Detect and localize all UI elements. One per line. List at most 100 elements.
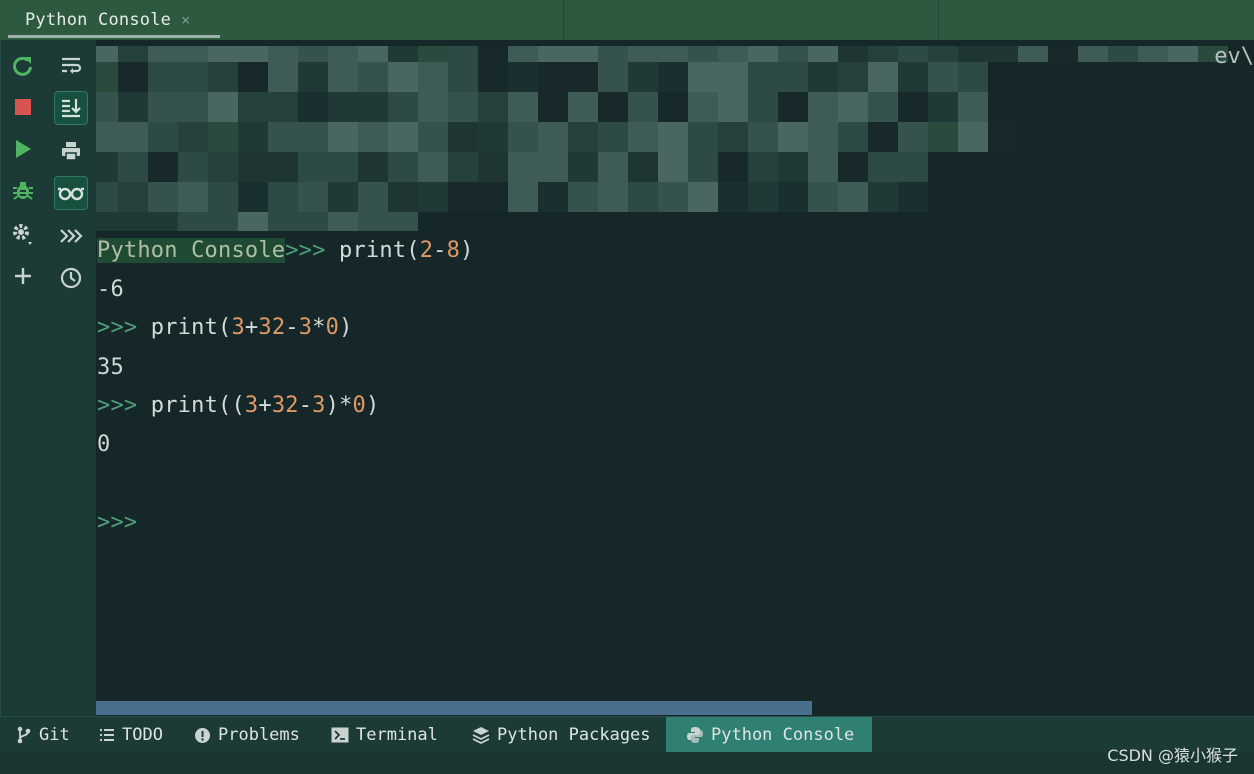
redaction-pixel (148, 46, 178, 62)
pixelated-redaction (96, 46, 1228, 231)
settings-icon[interactable] (6, 217, 40, 251)
redaction-pixel (868, 152, 898, 182)
code-token: - (298, 393, 313, 418)
code-token: ) (460, 238, 474, 263)
redaction-pixel (748, 152, 778, 182)
execute-more-icon[interactable] (54, 219, 88, 253)
redaction-pixel (418, 46, 448, 62)
redaction-pixel (178, 92, 208, 122)
redaction-pixel (928, 122, 958, 152)
redaction-pixel (628, 182, 658, 212)
terminal-icon (331, 727, 349, 743)
redaction-pixel (598, 92, 628, 122)
redaction-pixel (598, 122, 628, 152)
redaction-pixel (718, 62, 748, 92)
console-output[interactable]: ev\ Python Console>>> print(2-8) -6 >>> … (96, 40, 1254, 716)
redaction-pixel (418, 122, 448, 152)
console-input-line[interactable]: >>> (97, 510, 137, 535)
code-token: - (285, 315, 299, 340)
bottom-tab-todo[interactable]: TODO (99, 717, 163, 753)
redaction-pixel (96, 46, 118, 62)
redaction-pixel (388, 46, 418, 62)
redaction-pixel (148, 152, 178, 182)
git-branch-icon (17, 726, 31, 744)
console-input-line: >>> print(3+32-3*0) (97, 315, 353, 340)
code-number: 32 (271, 393, 299, 418)
redaction-pixel (778, 62, 808, 92)
redaction-pixel (298, 122, 328, 152)
redaction-pixel (96, 182, 118, 212)
redaction-pixel (508, 152, 538, 182)
bottom-tab-git[interactable]: Git (16, 717, 70, 753)
code-number: 8 (446, 238, 461, 263)
run-icon[interactable] (6, 132, 40, 166)
redaction-pixel (568, 46, 598, 62)
redaction-pixel (718, 46, 748, 62)
tab-separator (563, 0, 564, 40)
redaction-pixel (118, 182, 148, 212)
redaction-pixel (868, 122, 898, 152)
redaction-pixel (298, 152, 328, 182)
redaction-pixel (838, 62, 868, 92)
tab-title: Python Console (25, 10, 172, 30)
redaction-pixel (358, 212, 388, 231)
soft-wrap-icon[interactable] (54, 49, 88, 83)
redaction-pixel (358, 122, 388, 152)
bottom-tab-python-packages[interactable]: Python Packages (472, 717, 651, 753)
bottom-tab-problems[interactable]: Problems (194, 717, 300, 753)
code-number: 0 (352, 393, 366, 418)
scroll-to-end-icon[interactable] (54, 91, 88, 125)
redaction-pixel (298, 182, 328, 212)
redaction-pixel (238, 152, 268, 182)
console-input-line: Python Console>>> print(2-8) (97, 238, 474, 263)
problems-icon (195, 727, 210, 743)
redaction-pixel (118, 46, 148, 62)
redaction-pixel (118, 62, 148, 92)
redaction-pixel (96, 92, 118, 122)
debug-icon[interactable] (6, 174, 40, 208)
code-number: 32 (258, 315, 286, 340)
bottom-tab-python-console[interactable]: Python Console (666, 717, 873, 753)
redaction-pixel (538, 152, 568, 182)
code-token: * (312, 315, 326, 340)
stop-icon[interactable] (6, 90, 40, 124)
print-icon[interactable] (54, 134, 88, 168)
redaction-pixel (418, 182, 448, 212)
redaction-pixel (1048, 46, 1078, 62)
show-variables-icon[interactable] (54, 176, 88, 210)
redaction-pixel (838, 46, 868, 62)
redaction-pixel (418, 62, 448, 92)
add-icon[interactable] (6, 259, 40, 293)
redaction-pixel (388, 182, 418, 212)
close-icon[interactable]: × (181, 11, 190, 29)
bottom-tab-label: TODO (122, 725, 163, 745)
redaction-pixel (268, 122, 298, 152)
toolbar-edge (0, 40, 1, 716)
redaction-pixel (96, 62, 118, 92)
history-icon[interactable] (54, 261, 88, 295)
code-number: 2 (419, 238, 434, 263)
redaction-pixel (688, 46, 718, 62)
redaction-pixel (208, 212, 238, 231)
tab-python-console[interactable]: Python Console × (8, 0, 220, 40)
bottom-tab-terminal[interactable]: Terminal (331, 717, 438, 753)
redaction-pixel (628, 152, 658, 182)
redaction-pixel (358, 62, 388, 92)
bottom-tab-label: Problems (218, 725, 300, 745)
redaction-pixel (598, 62, 628, 92)
redaction-pixel (1108, 46, 1138, 62)
console-output-line: 35 (97, 355, 124, 380)
console-output-line: 0 (97, 432, 111, 457)
redaction-pixel (448, 182, 478, 212)
rerun-icon[interactable] (6, 49, 40, 83)
redaction-pixel (328, 46, 358, 62)
redaction-pixel (928, 46, 958, 62)
redaction-pixel (718, 92, 748, 122)
redaction-pixel (508, 62, 538, 92)
redaction-pixel (928, 62, 958, 92)
redaction-pixel (118, 212, 148, 231)
horizontal-scrollbar[interactable] (96, 701, 812, 715)
layers-icon (472, 727, 490, 744)
redaction-pixel (208, 182, 238, 212)
redaction-pixel (238, 122, 268, 152)
